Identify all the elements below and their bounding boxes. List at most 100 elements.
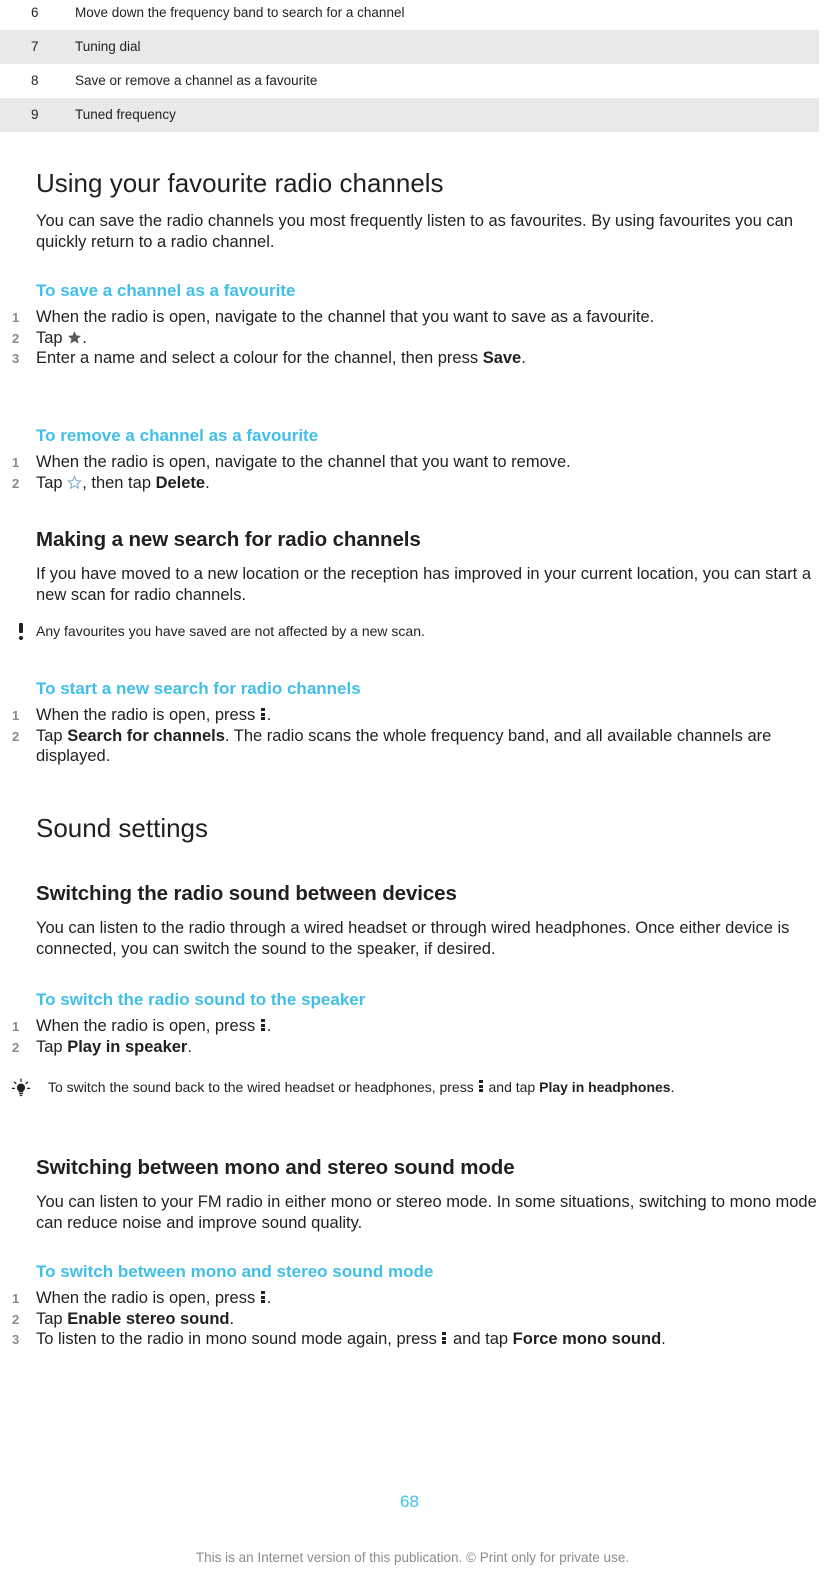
step-text-prefix: Tap (36, 473, 68, 492)
list-item: 2 Tap Play in speaker. (0, 1037, 800, 1058)
tip-text-prefix: To switch the sound back to the wired he… (48, 1079, 478, 1095)
tip-callout: To switch the sound back to the wired he… (0, 1078, 800, 1097)
step-text-prefix: When the radio is open, press (36, 1017, 260, 1035)
step-number: 2 (12, 1311, 20, 1327)
step-text-emphasis: Save (482, 349, 522, 367)
subsection-heading-mono-stereo: Switching between mono and stereo sound … (36, 1156, 515, 1179)
list-item: 1 When the radio is open, press . (0, 1016, 800, 1037)
legend-table: 6 Move down the frequency band to search… (0, 0, 819, 132)
lightbulb-icon (10, 1078, 32, 1100)
step-text-suffix: . (661, 1330, 666, 1348)
kebab-menu-icon (442, 1331, 447, 1345)
legend-table-body: 6 Move down the frequency band to search… (0, 0, 819, 132)
tip-text-suffix: . (670, 1079, 675, 1095)
step-number: 1 (12, 1291, 20, 1306)
procedure-heading-save-favourite: To save a channel as a favourite (36, 281, 296, 300)
step-text-suffix: . (82, 328, 87, 347)
step-text-middle: , then tap (82, 473, 156, 492)
mono-stereo-intro-text: You can listen to your FM radio in eithe… (36, 1193, 817, 1232)
table-row: 8 Save or remove a channel as a favourit… (0, 64, 819, 98)
step-text-emphasis: Delete (155, 473, 206, 492)
document-page: 6 Move down the frequency band to search… (0, 0, 825, 1582)
copyright-notice: This is an Internet version of this publ… (195, 1550, 630, 1565)
step-number: 2 (12, 475, 20, 491)
step-number: 1 (12, 1019, 20, 1034)
note-callout: Any favourites you have saved are not af… (0, 622, 800, 641)
list-item: 3 To listen to the radio in mono sound m… (0, 1329, 800, 1350)
table-row: 6 Move down the frequency band to search… (0, 0, 819, 30)
step-text-suffix: . (521, 349, 526, 367)
step-text-suffix: . (187, 1037, 192, 1056)
section-heading-new-search: Making a new search for radio channels (36, 528, 421, 551)
table-cell-number: 6 (31, 5, 39, 20)
step-text-prefix: Tap (36, 1037, 68, 1056)
exclamation-icon (10, 622, 32, 644)
step-number: 2 (12, 1039, 20, 1055)
step-text-emphasis: Enable stereo sound (67, 1309, 230, 1328)
step-text-suffix: . (266, 1289, 272, 1307)
switching-devices-intro-text: You can listen to the radio through a wi… (36, 919, 790, 958)
subsection-heading-switching-devices: Switching the radio sound between device… (36, 882, 457, 905)
step-text-suffix: . (266, 1017, 272, 1035)
kebab-menu-icon (260, 1290, 266, 1304)
step-number: 2 (12, 330, 20, 346)
new-search-intro-text: If you have moved to a new location or t… (36, 565, 812, 604)
table-row: 9 Tuned frequency (0, 98, 819, 132)
table-cell-description: Tuned frequency (75, 107, 176, 122)
list-item: 1 When the radio is open, press . (0, 705, 800, 726)
table-cell-number: 7 (31, 39, 39, 54)
favourites-intro-text: You can save the radio channels you most… (36, 212, 793, 251)
step-text-prefix: To listen to the radio in mono sound mod… (36, 1330, 442, 1348)
tip-text-emphasis: Play in headphones (539, 1079, 671, 1095)
table-cell-description: Move down the frequency band to search f… (75, 5, 405, 20)
list-item: 2 Tap Enable stereo sound. (0, 1309, 800, 1330)
procedure-steps-save-favourite: 1 When the radio is open, navigate to th… (0, 307, 800, 369)
star-outline-icon (67, 474, 83, 490)
table-cell-number: 8 (31, 73, 39, 88)
kebab-menu-icon (478, 1079, 484, 1093)
table-cell-description: Save or remove a channel as a favourite (75, 73, 318, 88)
list-item: 2 Tap , then tap Delete. (0, 473, 800, 494)
procedure-heading-switch-to-speaker: To switch the radio sound to the speaker (36, 990, 366, 1009)
step-text: When the radio is open, navigate to the … (36, 308, 655, 326)
list-item: 1 When the radio is open, press . (0, 1288, 800, 1309)
procedure-heading-start-new-search: To start a new search for radio channels (36, 679, 361, 698)
step-text: When the radio is open, navigate to the … (36, 453, 571, 471)
star-filled-icon (67, 330, 82, 345)
step-text-prefix: Enter a name and select a colour for the… (36, 349, 483, 367)
step-number: 1 (12, 310, 20, 325)
kebab-menu-icon (260, 1018, 266, 1032)
kebab-menu-icon (260, 707, 266, 721)
procedure-steps-switch-to-speaker: 1 When the radio is open, press . 2 Tap … (0, 1016, 800, 1057)
page-number: 68 (400, 1492, 419, 1511)
step-number: 1 (12, 455, 20, 470)
tip-text-middle: and tap (484, 1079, 540, 1095)
procedure-heading-switch-mono-stereo: To switch between mono and stereo sound … (36, 1262, 434, 1281)
step-text-prefix: Tap (36, 1309, 68, 1328)
list-item: 2 Tap Search for channels. The radio sca… (0, 726, 800, 767)
step-text-middle: and tap (448, 1330, 513, 1348)
list-item: 1 When the radio is open, navigate to th… (0, 307, 800, 328)
procedure-steps-start-new-search: 1 When the radio is open, press . 2 Tap … (0, 705, 800, 767)
step-number: 3 (12, 1332, 20, 1347)
step-text-prefix: Tap (36, 726, 68, 745)
procedure-heading-remove-favourite: To remove a channel as a favourite (36, 426, 319, 445)
step-number: 3 (12, 351, 20, 366)
step-text-emphasis: Search for channels (67, 726, 225, 745)
tip-text: To switch the sound back to the wired he… (48, 1078, 800, 1097)
table-cell-description: Tuning dial (75, 39, 141, 54)
list-item: 1 When the radio is open, navigate to th… (0, 452, 800, 473)
note-text: Any favourites you have saved are not af… (36, 623, 425, 639)
step-text-suffix: . (266, 706, 272, 724)
step-number: 1 (12, 708, 20, 723)
step-text-prefix: Tap (36, 328, 68, 347)
section-heading-favourites: Using your favourite radio channels (36, 168, 444, 198)
step-text-prefix: When the radio is open, press (36, 706, 260, 724)
step-number: 2 (12, 728, 20, 744)
step-text-prefix: When the radio is open, press (36, 1289, 260, 1307)
step-text-suffix: . (205, 473, 210, 492)
list-item: 2 Tap . (0, 328, 800, 349)
table-cell-number: 9 (31, 107, 39, 122)
procedure-steps-remove-favourite: 1 When the radio is open, navigate to th… (0, 452, 800, 493)
procedure-steps-switch-mono-stereo: 1 When the radio is open, press . 2 Tap … (0, 1288, 800, 1350)
